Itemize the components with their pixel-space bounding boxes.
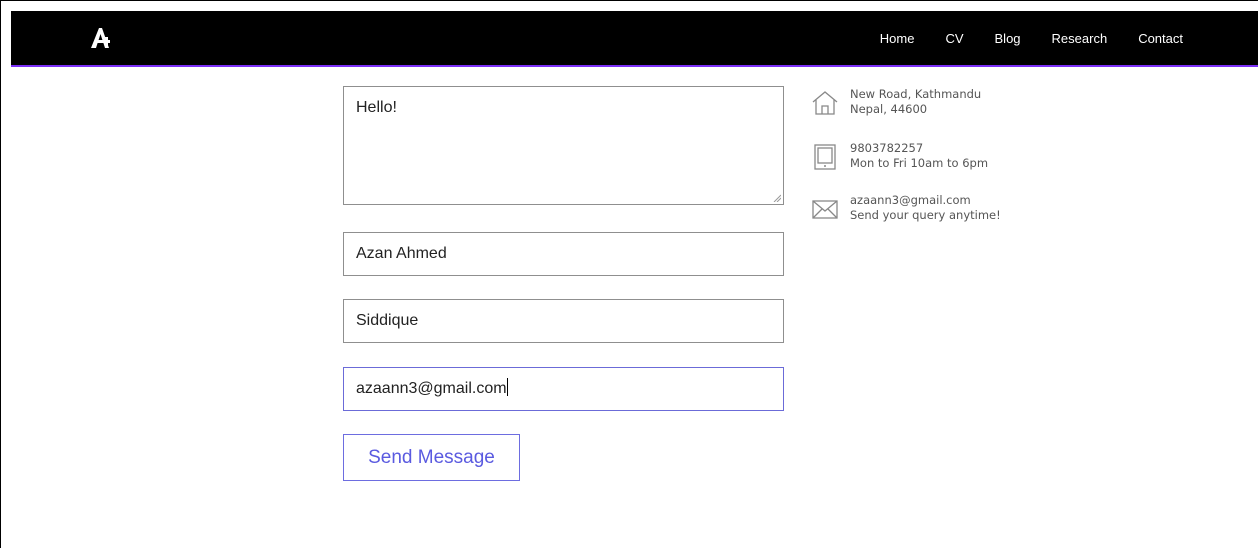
send-message-button[interactable]: Send Message	[343, 434, 520, 481]
nav-link-cv[interactable]: CV	[945, 31, 963, 46]
nav-link-blog[interactable]: Blog	[995, 31, 1021, 46]
tablet-icon	[814, 144, 836, 170]
nav-link-contact[interactable]: Contact	[1138, 31, 1183, 46]
email-value: azaann3@gmail.com	[356, 380, 507, 397]
navbar: Home CV Blog Research Contact	[11, 11, 1258, 67]
resize-grip-icon[interactable]	[773, 194, 781, 202]
email-input[interactable]: azaann3@gmail.com	[343, 367, 784, 411]
message-textarea[interactable]: Hello!	[343, 86, 784, 205]
nav-links: Home CV Blog Research Contact	[849, 11, 1183, 65]
nav-link-home[interactable]: Home	[880, 31, 915, 46]
last-name-input[interactable]: Siddique	[343, 299, 784, 343]
address-line2: Nepal, 44600	[850, 102, 928, 116]
first-name-input[interactable]: Azan Ahmed	[343, 232, 784, 276]
first-name-value: Azan Ahmed	[356, 245, 447, 262]
last-name-value: Siddique	[356, 312, 419, 329]
message-text: Hello!	[356, 99, 397, 116]
phone-line2: Mon to Fri 10am to 6pm	[850, 156, 989, 170]
text-caret	[506, 378, 508, 396]
contact-info-phone: 9803782257 Mon to Fri 10am to 6pm	[811, 141, 988, 171]
logo-a-icon[interactable]	[89, 26, 111, 50]
address-line1: New Road, Kathmandu	[850, 87, 982, 101]
home-icon	[812, 91, 838, 115]
envelope-icon	[812, 200, 838, 219]
nav-link-research[interactable]: Research	[1052, 31, 1108, 46]
page-frame: Home CV Blog Research Contact Hello! Aza…	[0, 0, 1258, 548]
contact-info-address: New Road, Kathmandu Nepal, 44600	[811, 87, 981, 117]
email-line2: Send your query anytime!	[850, 208, 1001, 222]
phone-line1: 9803782257	[850, 141, 924, 155]
contact-info-email: azaann3@gmail.com Send your query anytim…	[811, 193, 1001, 223]
email-line1: azaann3@gmail.com	[850, 193, 971, 207]
